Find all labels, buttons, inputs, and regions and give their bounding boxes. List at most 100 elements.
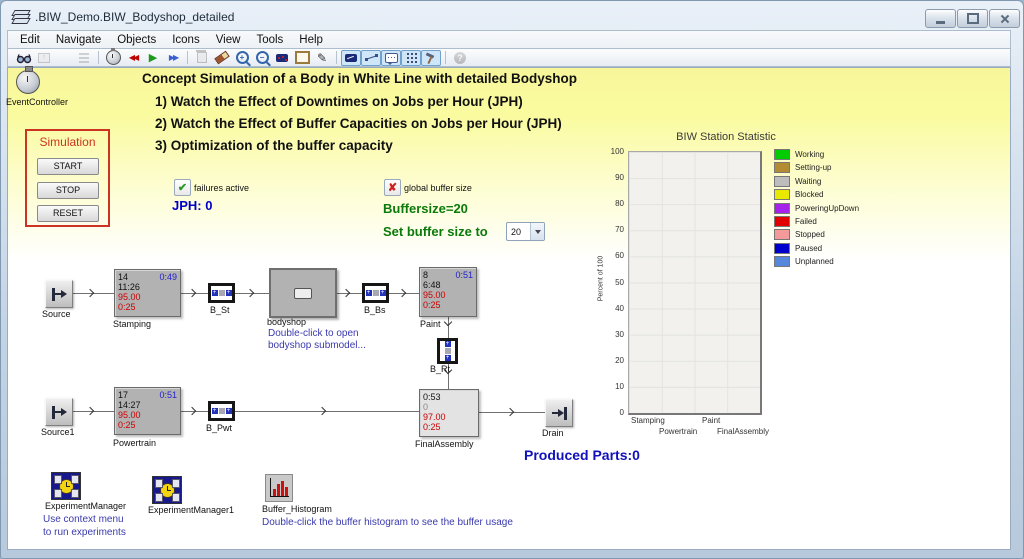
- buffer-b-pwt[interactable]: [208, 401, 235, 421]
- bodyshop-submodel[interactable]: [269, 268, 337, 318]
- experiment-manager1-label: ExperimentManager1: [148, 505, 234, 515]
- event-controller-icon[interactable]: [103, 50, 123, 66]
- failures-active-checkbox[interactable]: [174, 179, 191, 196]
- drain-icon: [564, 407, 567, 420]
- experiment-manager1-object[interactable]: [152, 476, 182, 504]
- powertrain-label: Powertrain: [113, 438, 156, 448]
- menu-navigate[interactable]: Navigate: [56, 34, 101, 46]
- legend-item: Unplanned: [774, 256, 834, 266]
- connector: [235, 411, 419, 412]
- drain-label: Drain: [542, 428, 564, 438]
- delete-icon[interactable]: [192, 50, 212, 66]
- station-powertrain[interactable]: 170:51 14:27 95.00 0:25: [114, 387, 181, 435]
- reset-simulation-icon[interactable]: [123, 50, 143, 66]
- simulation-panel: Simulation START STOP RESET: [25, 129, 110, 227]
- title-bar[interactable]: .BIW_Demo.BIW_Bodyshop_detailed: [1, 1, 1023, 31]
- legend-swatch: [774, 162, 790, 173]
- zoom-in-icon[interactable]: +: [232, 50, 252, 66]
- bodyshop-label: bodyshop: [267, 317, 306, 327]
- experiment-manager-object[interactable]: [51, 472, 81, 500]
- viewer-3d-icon[interactable]: [272, 50, 292, 66]
- legend-swatch: [774, 189, 790, 200]
- menu-view[interactable]: View: [216, 34, 241, 46]
- legend-swatch: [774, 176, 790, 187]
- menu-objects[interactable]: Objects: [117, 34, 156, 46]
- chevron-down-icon[interactable]: [530, 223, 544, 240]
- headline-item-2: 2) Watch the Effect of Buffer Capacities…: [155, 116, 562, 131]
- models-icon[interactable]: [74, 50, 94, 66]
- toolbar-separator: [98, 51, 99, 64]
- produced-parts-value: Produced Parts:0: [524, 447, 640, 463]
- legend-item: Stopped: [774, 229, 825, 239]
- source1-object[interactable]: [45, 398, 73, 426]
- chart-title: BIW Station Statistic: [641, 131, 811, 143]
- source-object[interactable]: [45, 280, 73, 308]
- zoom-out-icon[interactable]: −: [252, 50, 272, 66]
- start-simulation-icon[interactable]: [143, 50, 163, 66]
- model-headline: Concept Simulation of a Body in White Li…: [142, 71, 577, 86]
- reset-button[interactable]: RESET: [37, 205, 99, 222]
- menu-edit[interactable]: Edit: [20, 34, 40, 46]
- b-rt-label: B_Rt: [430, 364, 450, 374]
- stop-button[interactable]: STOP: [37, 182, 99, 199]
- station-stamping[interactable]: 140:49 11:26 95.00 0:25: [114, 269, 181, 317]
- toolbar-separator: [336, 51, 337, 64]
- chart-plot-area[interactable]: [628, 151, 762, 415]
- home-icon[interactable]: [54, 50, 74, 66]
- minimize-icon: [936, 21, 945, 24]
- event-controller-object[interactable]: [16, 70, 40, 94]
- minimize-button[interactable]: [925, 9, 956, 28]
- glasses-icon[interactable]: [14, 50, 34, 66]
- eraser-icon[interactable]: [212, 50, 232, 66]
- toolbar: + −: [7, 48, 1011, 67]
- buffer-histogram-note: Double-click the buffer histogram to see…: [262, 517, 513, 528]
- toolbar-separator: [187, 51, 188, 64]
- y-tick: 90: [599, 173, 624, 182]
- point-grid-toggle-icon[interactable]: [401, 50, 421, 66]
- help-icon[interactable]: [450, 50, 470, 66]
- buffer-b-rt[interactable]: [437, 338, 458, 364]
- menu-help[interactable]: Help: [299, 34, 323, 46]
- buffer-size-dropdown[interactable]: 20: [506, 222, 545, 241]
- console-toggle-icon[interactable]: [341, 50, 361, 66]
- legend-swatch: [774, 229, 790, 240]
- y-tick: 100: [599, 147, 624, 156]
- headline-item-3: 3) Optimization of the buffer capacity: [155, 138, 393, 153]
- icon-editor-toggle-icon[interactable]: [421, 50, 441, 66]
- y-tick: 20: [599, 356, 624, 365]
- jph-value: JPH: 0: [172, 198, 212, 213]
- headline-item-1: 1) Watch the Effect of Downtimes on Jobs…: [155, 94, 523, 109]
- y-tick: 70: [599, 225, 624, 234]
- legend-swatch: [774, 256, 790, 267]
- start-button[interactable]: START: [37, 158, 99, 175]
- experiment-manager-note2: to run experiments: [43, 527, 126, 538]
- buffer-b-st[interactable]: [208, 283, 235, 303]
- window-title: .BIW_Demo.BIW_Bodyshop_detailed: [35, 10, 234, 24]
- experiment-manager-label: ExperimentManager: [45, 501, 126, 511]
- bodyshop-icon: [294, 288, 312, 299]
- legend-item: PoweringUpDown: [774, 203, 859, 213]
- menu-tools[interactable]: Tools: [256, 34, 283, 46]
- buffer-b-bs[interactable]: [362, 283, 389, 303]
- close-button[interactable]: [989, 9, 1020, 28]
- global-buffer-size-checkbox[interactable]: [384, 179, 401, 196]
- fast-forward-icon[interactable]: [163, 50, 183, 66]
- experiment-manager-note1: Use context menu: [43, 514, 124, 525]
- failures-active-label: failures active: [194, 183, 249, 193]
- menu-bar: Edit Navigate Objects Icons View Tools H…: [7, 30, 1011, 48]
- y-tick: 50: [599, 278, 624, 287]
- comment-toggle-icon[interactable]: [381, 50, 401, 66]
- menu-icons[interactable]: Icons: [172, 34, 200, 46]
- buffer-histogram-label: Buffer_Histogram: [262, 504, 332, 514]
- y-tick: 60: [599, 251, 624, 260]
- maximize-button[interactable]: [957, 9, 988, 28]
- station-paint[interactable]: 80:51 6:48 95.00 0:25: [419, 267, 477, 317]
- buffer-histogram-object[interactable]: [265, 474, 293, 502]
- pencil-icon[interactable]: [312, 50, 332, 66]
- open-frame-up-icon[interactable]: [34, 50, 54, 66]
- y-tick: 80: [599, 199, 624, 208]
- connector-toggle-icon[interactable]: [361, 50, 381, 66]
- drain-object[interactable]: [545, 399, 573, 427]
- station-final-assembly[interactable]: 0:53 0 97.00 0:25: [419, 389, 479, 437]
- frame-icon[interactable]: [292, 50, 312, 66]
